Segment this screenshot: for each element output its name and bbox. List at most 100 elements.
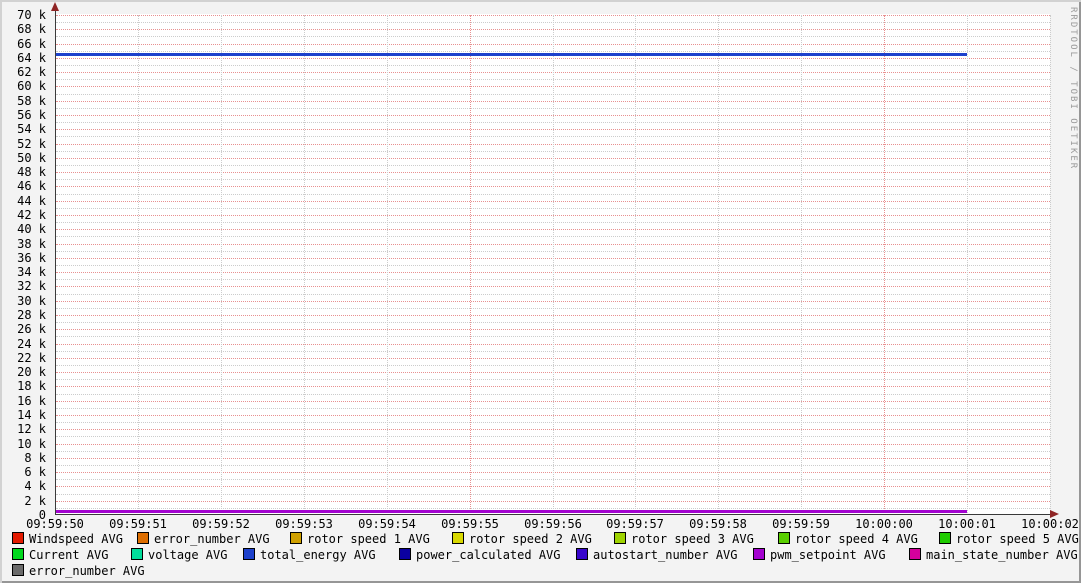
gridline-v-minor xyxy=(967,15,968,515)
y-axis-label: 16 k xyxy=(17,394,46,408)
legend-swatch xyxy=(12,532,24,544)
legend-swatch xyxy=(12,548,24,560)
y-axis-label: 10 k xyxy=(17,437,46,451)
legend-label: error_number AVG xyxy=(154,532,270,546)
y-axis-label: 2 k xyxy=(24,494,46,508)
y-axis-label: 28 k xyxy=(17,308,46,322)
legend-item: rotor speed 2 AVG xyxy=(452,532,592,546)
legend-swatch xyxy=(137,532,149,544)
y-axis-label: 56 k xyxy=(17,108,46,122)
x-axis-label: 09:59:55 xyxy=(441,517,499,531)
y-axis-label: 12 k xyxy=(17,422,46,436)
legend-label: autostart_number AVG xyxy=(593,548,738,562)
legend-label: error_number AVG xyxy=(29,564,145,578)
gridline-v-major xyxy=(470,15,471,515)
x-axis-label: 09:59:59 xyxy=(772,517,830,531)
legend-item: autostart_number AVG xyxy=(576,548,738,562)
legend-swatch xyxy=(778,532,790,544)
x-axis-label: 09:59:52 xyxy=(192,517,250,531)
legend-label: rotor speed 5 AVG xyxy=(956,532,1079,546)
legend-item: rotor speed 3 AVG xyxy=(614,532,754,546)
x-axis-label: 09:59:51 xyxy=(109,517,167,531)
y-axis-label: 70 k xyxy=(17,8,46,22)
gridline-v-minor xyxy=(801,15,802,515)
y-axis-label: 48 k xyxy=(17,165,46,179)
gridline-v-minor xyxy=(718,15,719,515)
x-axis-label: 10:00:02 xyxy=(1021,517,1079,531)
y-axis-label: 14 k xyxy=(17,408,46,422)
legend-swatch xyxy=(452,532,464,544)
y-axis-label: 54 k xyxy=(17,122,46,136)
y-axis-arrow-icon xyxy=(51,2,59,11)
y-axis-label: 26 k xyxy=(17,322,46,336)
y-axis-label: 42 k xyxy=(17,208,46,222)
x-axis-label: 09:59:58 xyxy=(689,517,747,531)
x-axis-label: 09:59:53 xyxy=(275,517,333,531)
y-axis-label: 40 k xyxy=(17,222,46,236)
gridline-v-minor xyxy=(1050,15,1051,515)
y-axis-label: 66 k xyxy=(17,37,46,51)
legend-label: voltage AVG xyxy=(148,548,228,562)
legend-label: Windspeed AVG xyxy=(29,532,123,546)
legend-item: rotor speed 5 AVG xyxy=(939,532,1079,546)
series-line xyxy=(56,53,967,56)
legend-item: Current AVG xyxy=(12,548,108,562)
legend-item: error_number AVG xyxy=(12,564,145,578)
watermark: RRDTOOL / TOBI OETIKER xyxy=(1068,7,1078,171)
y-axis-label: 50 k xyxy=(17,151,46,165)
gridline-v-major xyxy=(884,15,885,515)
x-axis-line xyxy=(55,514,1051,515)
legend-label: power_calculated AVG xyxy=(416,548,561,562)
y-axis-label: 36 k xyxy=(17,251,46,265)
legend-swatch xyxy=(290,532,302,544)
legend-swatch xyxy=(909,548,921,560)
gridline-v-minor xyxy=(387,15,388,515)
legend-swatch xyxy=(614,532,626,544)
x-axis-label: 10:00:01 xyxy=(938,517,996,531)
legend-item: power_calculated AVG xyxy=(399,548,561,562)
y-axis-label: 52 k xyxy=(17,137,46,151)
y-axis-label: 30 k xyxy=(17,294,46,308)
y-axis-label: 44 k xyxy=(17,194,46,208)
series-line xyxy=(56,510,967,513)
legend-label: total_energy AVG xyxy=(260,548,376,562)
gridline-v-minor xyxy=(304,15,305,515)
x-axis-label: 09:59:56 xyxy=(524,517,582,531)
gridline-v-minor xyxy=(635,15,636,515)
legend-swatch xyxy=(243,548,255,560)
legend-item: main_state_number AVG xyxy=(909,548,1078,562)
legend-label: rotor speed 1 AVG xyxy=(307,532,430,546)
y-axis-label: 18 k xyxy=(17,379,46,393)
legend-label: main_state_number AVG xyxy=(926,548,1078,562)
legend-item: rotor speed 1 AVG xyxy=(290,532,430,546)
legend-swatch xyxy=(939,532,951,544)
y-axis-label: 4 k xyxy=(24,479,46,493)
legend-item: Windspeed AVG xyxy=(12,532,123,546)
legend-swatch xyxy=(399,548,411,560)
legend-label: rotor speed 4 AVG xyxy=(795,532,918,546)
y-axis-label: 20 k xyxy=(17,365,46,379)
y-axis-label: 6 k xyxy=(24,465,46,479)
y-axis-label: 46 k xyxy=(17,179,46,193)
legend-item: error_number AVG xyxy=(137,532,270,546)
legend-swatch xyxy=(131,548,143,560)
y-axis-label: 24 k xyxy=(17,337,46,351)
legend-label: pwm_setpoint AVG xyxy=(770,548,886,562)
legend-label: rotor speed 2 AVG xyxy=(469,532,592,546)
y-axis-label: 60 k xyxy=(17,79,46,93)
legend-label: Current AVG xyxy=(29,548,109,562)
x-axis-label: 09:59:57 xyxy=(606,517,664,531)
y-axis-label: 62 k xyxy=(17,65,46,79)
y-axis-label: 64 k xyxy=(17,51,46,65)
rrdtool-graph: 70 k 68 k 66 k 64 k 62 k 60 k 58 k 56 k 54 k 52 k… xyxy=(0,0,1081,583)
x-axis-label: 09:59:54 xyxy=(358,517,416,531)
legend-label: rotor speed 3 AVG xyxy=(631,532,754,546)
gridline-v-minor xyxy=(221,15,222,515)
y-axis-label: 58 k xyxy=(17,94,46,108)
gridline-v-minor xyxy=(138,15,139,515)
legend-item: total_energy AVG xyxy=(243,548,376,562)
y-axis-label: 38 k xyxy=(17,237,46,251)
y-axis-label: 8 k xyxy=(24,451,46,465)
legend-item: pwm_setpoint AVG xyxy=(753,548,886,562)
legend-swatch xyxy=(576,548,588,560)
